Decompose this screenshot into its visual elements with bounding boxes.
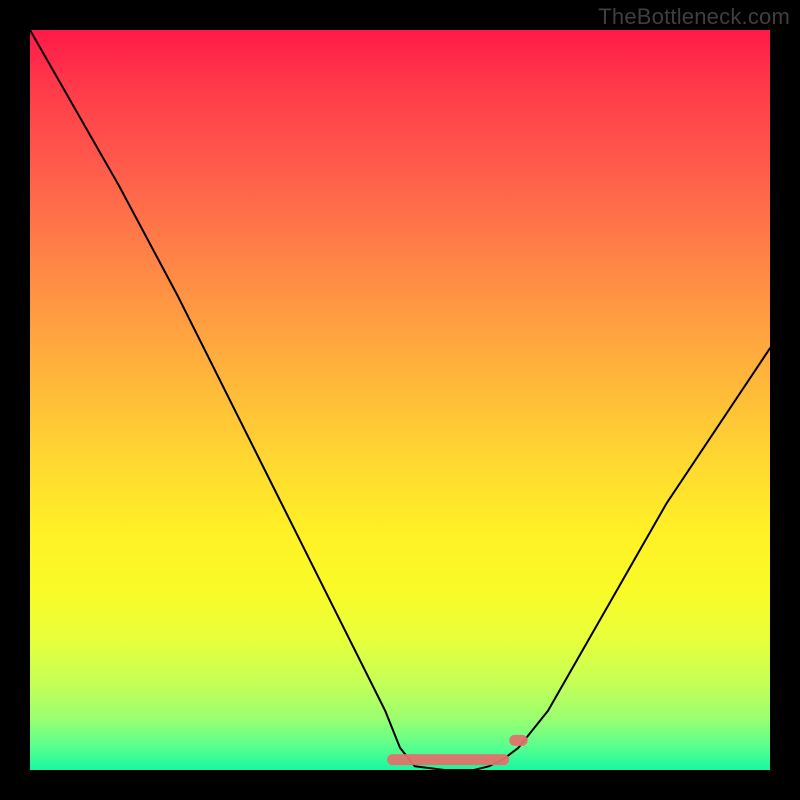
chart-frame: TheBottleneck.com xyxy=(0,0,800,800)
chart-curve xyxy=(30,30,770,770)
chart-svg xyxy=(30,30,770,770)
attribution-label: TheBottleneck.com xyxy=(598,4,790,30)
flat-band-group xyxy=(393,740,522,759)
plot-area xyxy=(30,30,770,770)
